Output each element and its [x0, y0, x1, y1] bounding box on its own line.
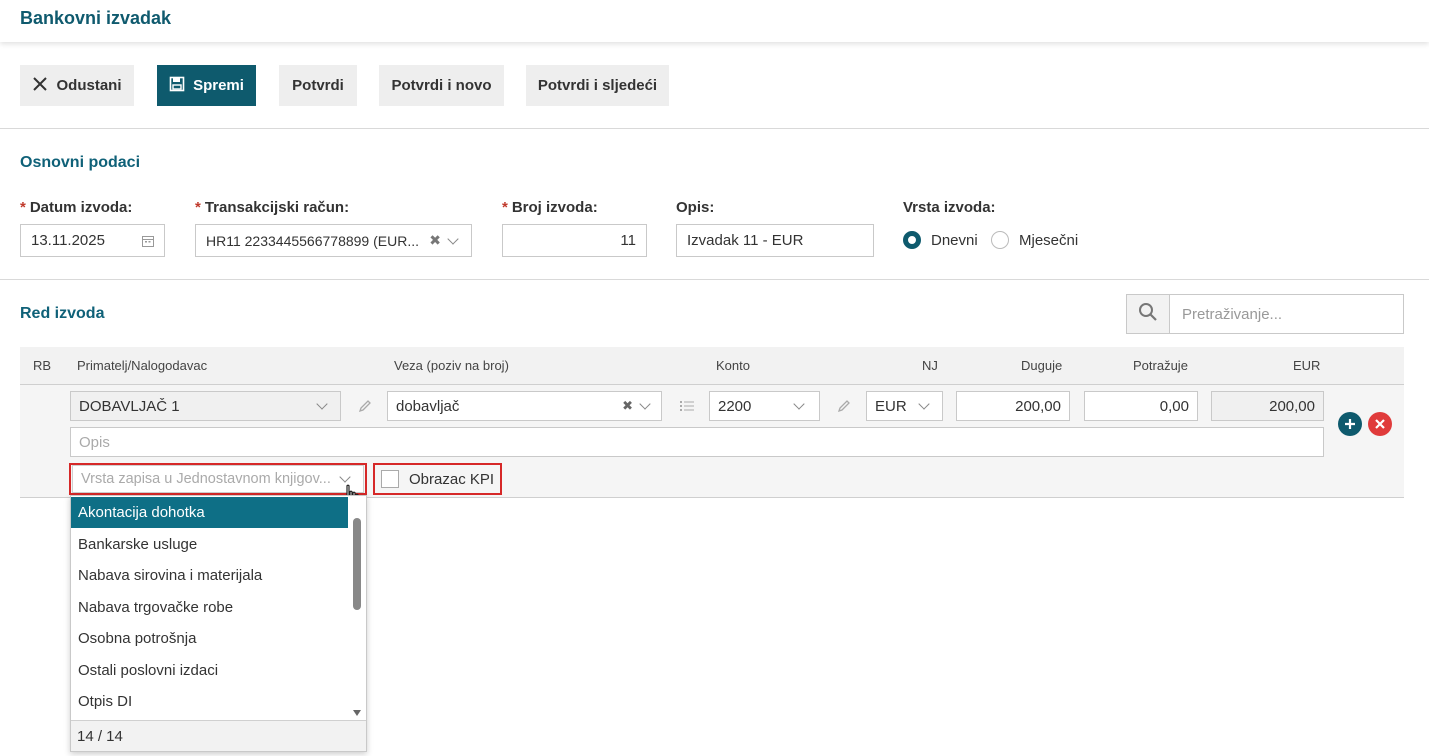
- cancel-button-label: Odustani: [56, 77, 122, 94]
- scroll-down-arrow-icon[interactable]: [352, 704, 362, 721]
- dropdown-item[interactable]: Nabava sirovina i materijala: [71, 560, 348, 591]
- dropdown-count: 14 / 14: [71, 720, 366, 751]
- section-title-basic: Osnovni podaci: [20, 154, 141, 171]
- radio-daily[interactable]: Dnevni: [903, 231, 978, 249]
- radio-daily-dot[interactable]: [903, 231, 921, 249]
- remove-row-button[interactable]: [1368, 412, 1392, 436]
- close-icon: [1374, 415, 1386, 433]
- debit-field[interactable]: 200,00: [956, 391, 1070, 421]
- account-code-value: 2200: [718, 397, 752, 415]
- column-header[interactable]: Veza (poziv na broj): [394, 358, 509, 373]
- close-icon: [32, 76, 48, 96]
- column-header[interactable]: Potražuje: [1133, 358, 1188, 373]
- account-label: * Transakcijski račun:: [195, 199, 350, 216]
- column-header[interactable]: Duguje: [1021, 358, 1062, 373]
- confirm-and-next-button[interactable]: Potvrdi i sljedeći: [526, 65, 669, 106]
- amount-eur-field: 200,00: [1211, 391, 1324, 421]
- kpi-label: Obrazac KPI: [409, 470, 495, 488]
- currency-select[interactable]: EUR: [866, 391, 943, 421]
- date-field[interactable]: 13.11.2025: [20, 224, 165, 257]
- type-label: Vrsta izvoda:: [903, 199, 996, 216]
- account-code-select[interactable]: 2200: [709, 391, 820, 421]
- column-header[interactable]: Konto: [716, 358, 750, 373]
- save-icon: [169, 76, 185, 96]
- column-header[interactable]: Primatelj/Nalogodavac: [77, 358, 207, 373]
- clear-icon[interactable]: ✖: [622, 398, 633, 414]
- plus-icon: [1344, 415, 1356, 433]
- number-value: 11: [620, 232, 636, 249]
- number-field[interactable]: 11: [502, 224, 647, 257]
- radio-daily-label: Dnevni: [931, 231, 978, 249]
- chevron-down-icon[interactable]: [639, 398, 651, 410]
- page-title: Bankovni izvadak: [20, 8, 172, 28]
- account-select[interactable]: HR11 2233445566778899 (EUR... ✖: [195, 224, 472, 257]
- chevron-down-icon[interactable]: [793, 398, 805, 410]
- search-icon: [1138, 302, 1158, 326]
- radio-monthly[interactable]: Mjesečni: [991, 231, 1078, 249]
- amount-eur-value: 200,00: [1269, 397, 1315, 415]
- page-header: Bankovni izvadak: [0, 0, 1429, 42]
- edit-icon[interactable]: [357, 398, 373, 418]
- radio-monthly-label: Mjesečni: [1019, 231, 1079, 249]
- add-row-button[interactable]: [1338, 412, 1362, 436]
- dropdown-scrollbar-thumb[interactable]: [353, 518, 361, 610]
- dropdown-item[interactable]: Nabava trgovačke robe: [71, 592, 348, 623]
- dropdown-item[interactable]: Ostali poslovni izdaci: [71, 655, 348, 686]
- dropdown-item[interactable]: Osobna potrošnja: [71, 623, 348, 654]
- reference-select[interactable]: dobavljač ✖: [387, 391, 662, 421]
- reference-value: dobavljač: [396, 397, 460, 415]
- search-box: [1126, 294, 1404, 334]
- search-button[interactable]: [1127, 295, 1170, 333]
- dropdown-scrollbar[interactable]: [350, 496, 364, 720]
- credit-value: 0,00: [1159, 397, 1189, 415]
- desc-label: Opis:: [676, 199, 715, 216]
- dropdown-item[interactable]: Akontacija dohotka: [71, 497, 348, 528]
- record-type-placeholder: Vrsta zapisa u Jednostavnom knjigov...: [81, 471, 331, 487]
- chevron-down-icon[interactable]: [918, 398, 930, 410]
- confirm-and-new-button[interactable]: Potvrdi i novo: [379, 65, 504, 106]
- kpi-checkbox[interactable]: [381, 470, 399, 488]
- row-desc-input[interactable]: Opis: [70, 427, 1324, 457]
- record-type-dropdown: Akontacija dohotka Bankarske usluge Naba…: [70, 495, 367, 752]
- dropdown-item[interactable]: Otpis DI: [71, 686, 348, 717]
- row-desc-placeholder: Opis: [79, 433, 110, 451]
- desc-value: Izvadak 11 - EUR: [687, 232, 804, 249]
- chevron-down-icon[interactable]: [339, 471, 351, 483]
- date-value: 13.11.2025: [31, 232, 105, 249]
- partner-select[interactable]: DOBAVLJAČ 1: [70, 391, 341, 421]
- divider: [0, 128, 1429, 129]
- number-label: * Broj izvoda:: [502, 199, 598, 216]
- lines-table-header: RB Primatelj/Nalogodavac Veza (poziv na …: [20, 347, 1404, 385]
- partner-value: DOBAVLJAČ 1: [79, 397, 180, 415]
- column-header[interactable]: NJ: [922, 358, 938, 373]
- chevron-down-icon[interactable]: [316, 398, 328, 410]
- radio-monthly-dot[interactable]: [991, 231, 1009, 249]
- confirm-button[interactable]: Potvrdi: [279, 65, 357, 106]
- search-input[interactable]: [1170, 295, 1403, 333]
- kpi-checkbox-group[interactable]: Obrazac KPI: [373, 463, 502, 495]
- save-button-label: Spremi: [193, 77, 244, 94]
- clear-icon[interactable]: ✖: [429, 232, 441, 249]
- calendar-icon[interactable]: [142, 235, 154, 247]
- list-icon[interactable]: [679, 398, 695, 418]
- record-type-select[interactable]: Vrsta zapisa u Jednostavnom knjigov...: [72, 465, 364, 493]
- credit-field[interactable]: 0,00: [1084, 391, 1198, 421]
- section-title-lines: Red izvoda: [20, 305, 105, 322]
- divider: [0, 279, 1429, 280]
- date-label: * Datum izvoda:: [20, 199, 133, 216]
- debit-value: 200,00: [1015, 397, 1061, 415]
- chevron-down-icon[interactable]: [447, 232, 459, 245]
- column-header: RB: [33, 358, 52, 373]
- account-value: HR11 2233445566778899 (EUR...: [206, 232, 420, 249]
- desc-field[interactable]: Izvadak 11 - EUR: [676, 224, 874, 257]
- edit-icon[interactable]: [836, 398, 852, 418]
- dropdown-item[interactable]: Bankarske usluge: [71, 529, 348, 560]
- save-button[interactable]: Spremi: [157, 65, 256, 106]
- column-header[interactable]: EUR: [1293, 358, 1320, 373]
- currency-value: EUR: [875, 397, 907, 415]
- cancel-button[interactable]: Odustani: [20, 65, 134, 106]
